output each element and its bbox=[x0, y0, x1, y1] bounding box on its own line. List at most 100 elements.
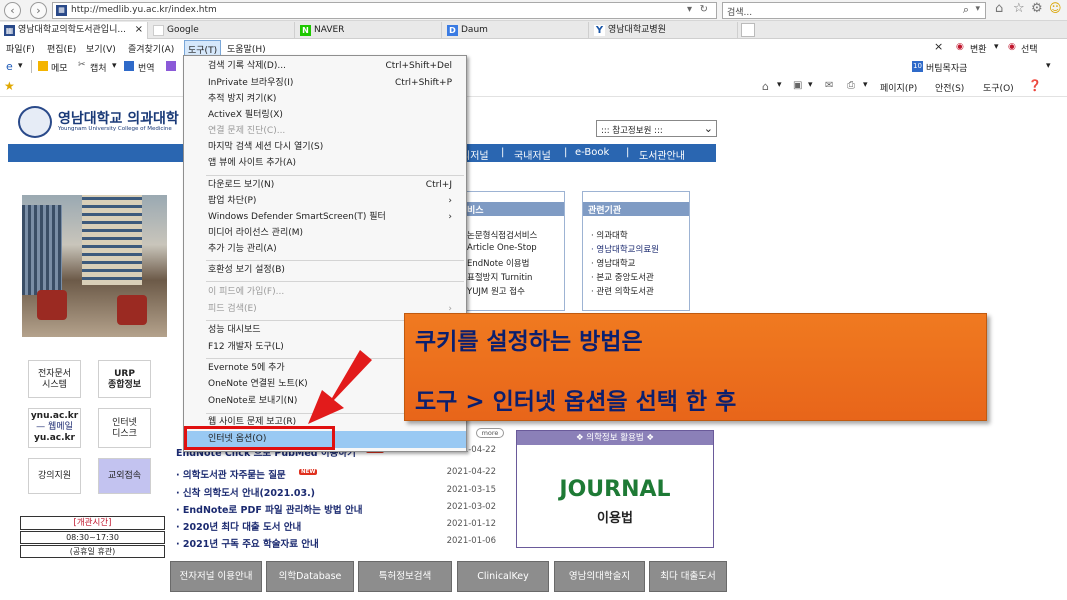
patent-search-button[interactable]: 특허정보검색 bbox=[358, 561, 452, 592]
dropdown-icon[interactable]: ▾ bbox=[777, 80, 782, 90]
menu-item-compatibility-view[interactable]: 호환성 보기 설정(B) bbox=[184, 262, 466, 279]
menu-item-add-site-app[interactable]: 앱 뷰에 사이트 추가(A) bbox=[184, 155, 466, 172]
menu-item-popup-blocker[interactable]: 팝업 차단(P) › bbox=[184, 193, 466, 210]
lecture-support-button[interactable]: 강의지원 bbox=[28, 458, 81, 494]
search-dropdown-icon[interactable]: ▾ bbox=[975, 4, 980, 14]
menu-item-reopen-session[interactable]: 마지막 검색 세션 다시 열기(S) bbox=[184, 139, 466, 156]
home-icon[interactable]: ⌂ bbox=[762, 80, 769, 93]
menu-item-activex-filter[interactable]: ActiveX 필터링(X) bbox=[184, 107, 466, 124]
home-icon[interactable]: ⌂ bbox=[995, 1, 1003, 16]
bitmark-button[interactable]: 버팀목자금 bbox=[926, 61, 967, 74]
ie-search-icon[interactable]: e bbox=[6, 60, 13, 73]
medical-database-button[interactable]: 의학Database bbox=[266, 561, 354, 592]
related-link[interactable]: · 본교 중앙도서관 bbox=[591, 271, 654, 283]
related-link[interactable]: · 관련 의학도서관 bbox=[591, 285, 654, 297]
menu-edit[interactable]: 편집(E) bbox=[47, 42, 76, 55]
nav-ebook[interactable]: e-Book bbox=[575, 147, 609, 158]
extension-icon[interactable] bbox=[166, 61, 176, 71]
print-icon[interactable]: ⎙ bbox=[847, 80, 855, 91]
service-link[interactable]: YUJM 원고 접수 bbox=[467, 285, 525, 297]
memo-button[interactable]: 메모 bbox=[51, 61, 68, 74]
favorites-star-icon[interactable]: ☆ bbox=[1013, 1, 1025, 16]
ejournal-guide-button[interactable]: 전자저널 이용안내 bbox=[170, 561, 262, 592]
menu-help[interactable]: 도움말(H) bbox=[227, 42, 266, 55]
tab-daum[interactable]: D Daum bbox=[443, 22, 589, 39]
close-toolbar-icon[interactable]: × bbox=[934, 40, 943, 53]
add-favorite-icon[interactable]: ★ bbox=[4, 79, 15, 93]
menu-favorites[interactable]: 즐겨찾기(A) bbox=[128, 42, 174, 55]
journal-guide-banner[interactable]: ❖ 의학정보 활용법 ❖ JOURNAL 이용법 bbox=[516, 430, 714, 548]
dropdown-icon[interactable]: ▾ bbox=[687, 4, 692, 15]
menu-file[interactable]: 파일(F) bbox=[6, 42, 35, 55]
tab-medlib[interactable]: ▦ 영남대학교의학도서관입니... × bbox=[0, 22, 148, 39]
translate-button[interactable]: 번역 bbox=[138, 61, 155, 74]
menu-item-smartscreen[interactable]: Windows Defender SmartScreen(T) 필터 › bbox=[184, 209, 466, 226]
yu-med-journal-button[interactable]: 영남의대학술지 bbox=[554, 561, 645, 592]
related-link[interactable]: · 영남대학교의료원 bbox=[591, 243, 659, 255]
related-link[interactable]: · 영남대학교 bbox=[591, 257, 636, 269]
search-icon[interactable]: ⌕ bbox=[963, 3, 969, 17]
mail-icon[interactable]: ✉ bbox=[825, 80, 833, 91]
news-item[interactable]: · 신착 의학도서 안내(2021.03.) 2021-03-15 bbox=[176, 485, 511, 501]
tools-menu-cmd[interactable]: 도구(O) bbox=[983, 81, 1014, 94]
menu-item-downloads[interactable]: 다운로드 보기(N) Ctrl+J bbox=[184, 177, 466, 194]
dropdown-icon[interactable]: ▾ bbox=[808, 80, 813, 90]
smiley-icon[interactable]: ☺ bbox=[1049, 1, 1062, 15]
close-tab-icon[interactable]: × bbox=[135, 22, 143, 38]
gear-icon[interactable]: ⚙ bbox=[1031, 1, 1043, 16]
news-item[interactable]: · EndNote로 PDF 파일 관리하는 방법 안내 2021-03-02 bbox=[176, 502, 511, 518]
e-document-button[interactable]: 전자문서 시스템 bbox=[28, 360, 81, 398]
dropdown-icon[interactable]: ▾ bbox=[112, 61, 117, 71]
menu-item-tracking-protection[interactable]: 추적 방지 켜기(K) bbox=[184, 91, 466, 108]
reference-select[interactable]: ::: 참고정보원 ::: ⌄ bbox=[596, 120, 717, 137]
refresh-icon[interactable]: ↻ bbox=[700, 4, 708, 15]
select-button[interactable]: 선택 bbox=[1021, 42, 1038, 55]
related-link[interactable]: · 의과대학 bbox=[591, 229, 628, 241]
clinicalkey-button[interactable]: ClinicalKey bbox=[457, 561, 549, 592]
menu-item-inprivate[interactable]: InPrivate 브라우징(I) Ctrl+Shift+P bbox=[184, 75, 466, 92]
news-item[interactable]: · 2020년 최다 대출 도서 안내 2021-01-12 bbox=[176, 519, 511, 535]
capture-button[interactable]: 캡처 bbox=[90, 61, 107, 74]
tab-google[interactable]: Google bbox=[149, 22, 295, 39]
menu-item-manage-addons[interactable]: 추가 기능 관리(A) bbox=[184, 241, 466, 258]
search-field[interactable]: 검색... ⌕ ▾ bbox=[722, 2, 986, 19]
menu-item-media-license[interactable]: 미디어 라이선스 관리(M) bbox=[184, 225, 466, 242]
tab-bar: ▦ 영남대학교의학도서관입니... × Google N NAVER D Dau… bbox=[0, 21, 1067, 39]
menu-separator bbox=[206, 260, 464, 261]
off-campus-button[interactable]: 교외접속 bbox=[98, 458, 151, 494]
convert-button[interactable]: 변환 bbox=[970, 42, 987, 55]
tab-yu-hospital[interactable]: Y 영남대학교병원 bbox=[590, 22, 738, 39]
service-link[interactable]: 표절방지 Turnitin bbox=[467, 271, 532, 283]
convert-dropdown-icon[interactable]: ▾ bbox=[994, 42, 999, 52]
back-button[interactable]: ‹ bbox=[4, 2, 21, 19]
menu-view[interactable]: 보기(V) bbox=[86, 42, 116, 55]
safety-menu[interactable]: 안전(S) bbox=[935, 81, 964, 94]
news-item[interactable]: · 의학도서관 자주묻는 질문 NEW 2021-04-22 bbox=[176, 467, 511, 483]
page-menu[interactable]: 페이지(P) bbox=[880, 81, 917, 94]
webmail-button[interactable]: ynu.ac.kr — 웹메일 yu.ac.kr bbox=[28, 408, 81, 448]
rss-icon[interactable]: ▣ bbox=[793, 80, 802, 91]
chevron-down-icon[interactable]: ▾ bbox=[1046, 61, 1051, 71]
tab-naver[interactable]: N NAVER bbox=[296, 22, 442, 39]
menu-item-subscribe-feed[interactable]: 이 피드에 가입(F)... bbox=[184, 284, 466, 301]
service-link[interactable]: 논문형식점검서비스 bbox=[467, 229, 537, 241]
urp-button[interactable]: URP 종합정보 bbox=[98, 360, 151, 398]
menu-item-delete-history[interactable]: 검색 기록 삭제(D)... Ctrl+Shift+Del bbox=[184, 58, 466, 75]
more-button[interactable]: more bbox=[476, 428, 504, 438]
internet-disk-button[interactable]: 인터넷 디스크 bbox=[98, 408, 151, 448]
url-field[interactable]: ▦ http://medlib.yu.ac.kr/index.htm ▾ ↻ bbox=[52, 2, 717, 19]
webmail-domain-2: yu.ac.kr bbox=[34, 433, 75, 443]
menu-item-diagnose[interactable]: 연결 문제 진단(C)... bbox=[184, 123, 466, 140]
dropdown-icon[interactable]: ▾ bbox=[863, 80, 868, 90]
service-link[interactable]: EndNote 이용법 bbox=[467, 257, 529, 269]
capture-icon: ✂ bbox=[78, 60, 86, 70]
most-borrowed-button[interactable]: 최다 대출도서 bbox=[649, 561, 727, 592]
news-item[interactable]: · 2021년 구독 주요 학술자료 안내 2021-01-06 bbox=[176, 536, 511, 552]
new-tab-button[interactable] bbox=[741, 23, 755, 37]
nav-domestic-journal[interactable]: 국내저널 bbox=[514, 147, 551, 162]
forward-button[interactable]: › bbox=[30, 2, 47, 19]
dropdown-icon[interactable]: ▾ bbox=[18, 61, 23, 71]
service-link[interactable]: Article One-Stop bbox=[467, 243, 537, 253]
nav-library-info[interactable]: 도서관안내 bbox=[639, 147, 685, 162]
help-icon[interactable]: ❓ bbox=[1028, 79, 1042, 92]
